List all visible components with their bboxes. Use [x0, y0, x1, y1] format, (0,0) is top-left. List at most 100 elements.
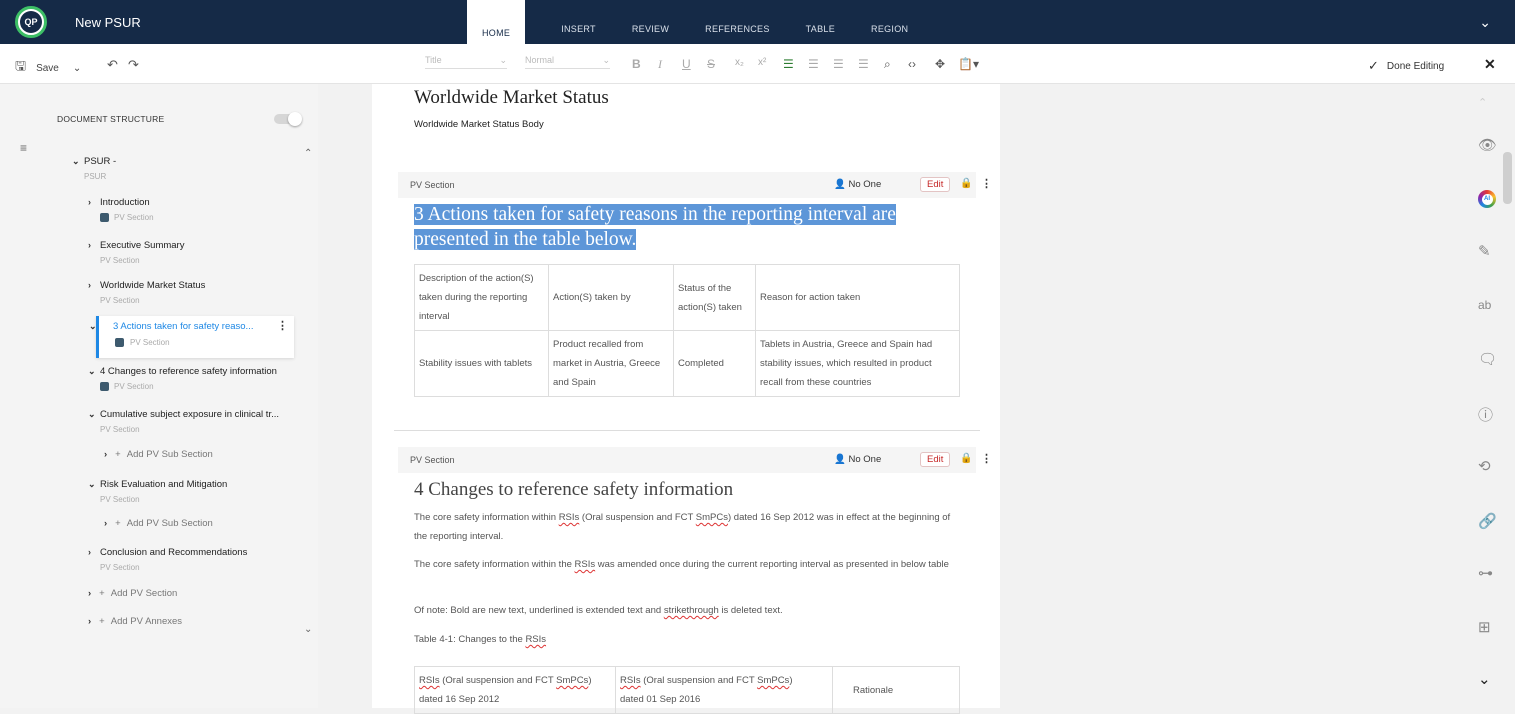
numbered-list-icon[interactable]: ☰	[808, 57, 819, 71]
kebab-menu-icon[interactable]: ⋮	[277, 319, 288, 332]
code-icon[interactable]: ‹›	[908, 57, 916, 71]
chevron-down-icon[interactable]: ⌄	[88, 366, 96, 377]
paragraph[interactable]: The core safety information within the R…	[414, 555, 954, 574]
lock-icon[interactable]: 🔒	[960, 178, 972, 189]
app-logo[interactable]: QP	[15, 6, 47, 38]
kebab-menu-icon[interactable]: ⋮	[981, 177, 992, 190]
tab-review[interactable]: REVIEW	[632, 0, 669, 44]
structure-toggle[interactable]	[274, 112, 302, 126]
outdent-icon[interactable]: ☰	[833, 57, 844, 71]
sidebar-item-worldwide-market-status[interactable]: › Worldwide Market Status PV Section	[88, 280, 205, 305]
tab-table[interactable]: TABLE	[806, 0, 835, 44]
move-icon[interactable]: ✥	[935, 57, 945, 71]
document-canvas[interactable]: Worldwide Market Status Worldwide Market…	[372, 84, 1000, 714]
table-cell[interactable]: RSIs (Oral suspension and FCT SmPCs) date…	[414, 666, 616, 714]
done-editing-button[interactable]: ✓ Done Editing	[1368, 58, 1444, 74]
strikethrough-icon[interactable]: S	[707, 57, 715, 71]
style-select[interactable]: Title ⌄	[425, 55, 507, 69]
eye-icon[interactable]: 👁	[1478, 136, 1497, 154]
tab-references[interactable]: REFERENCES	[705, 0, 770, 44]
chevron-down-icon[interactable]: ⌄	[89, 321, 97, 332]
section-heading-changes[interactable]: 4 Changes to reference safety informatio…	[414, 479, 733, 501]
tab-insert[interactable]: INSERT	[561, 0, 596, 44]
sidebar-item-executive-summary[interactable]: › Executive Summary PV Section	[88, 240, 185, 265]
lock-icon[interactable]: 🔒	[960, 453, 972, 464]
table-cell[interactable]: Action(S) taken by	[548, 264, 674, 331]
sidebar-item-cumulative-exposure[interactable]: ⌄ Cumulative subject exposure in clinica…	[88, 409, 279, 434]
tree-root[interactable]: ⌄ PSUR - PSUR	[72, 156, 116, 181]
superscript-icon[interactable]: x²	[758, 57, 766, 68]
chevron-right-icon[interactable]: ›	[88, 280, 91, 290]
table-cell[interactable]: Reason for action taken	[755, 264, 960, 331]
sidebar-item-changes-reference[interactable]: ⌄ 4 Changes to reference safety informat…	[88, 366, 277, 391]
actions-table[interactable]: Description of the action(S) taken durin…	[414, 264, 960, 397]
chevron-up-icon[interactable]: ⌃	[1478, 96, 1487, 109]
section-body-worldwide[interactable]: Worldwide Market Status Body	[414, 119, 544, 130]
tab-home[interactable]: HOME	[467, 0, 526, 44]
table-cell[interactable]: Tablets in Austria, Greece and Spain had…	[755, 330, 960, 397]
subscript-icon[interactable]: x₂	[735, 57, 744, 68]
bold-icon[interactable]: B	[632, 57, 641, 71]
find-icon[interactable]: ⌕	[884, 57, 891, 72]
paste-icon[interactable]: 📋▾	[958, 57, 979, 71]
add-pv-section-button[interactable]: › + Add PV Section	[88, 588, 177, 599]
edit-button[interactable]: Edit	[920, 452, 951, 467]
chevron-right-icon[interactable]: ›	[88, 547, 91, 557]
table-cell[interactable]: Product recalled from market in Austria,…	[548, 330, 674, 397]
chevron-down-icon[interactable]: ⌄	[88, 409, 96, 420]
scrollbar[interactable]	[1503, 152, 1512, 204]
sidebar-item-label: Executive Summary	[100, 240, 185, 251]
chevron-right-icon[interactable]: ›	[88, 197, 91, 207]
italic-icon[interactable]: I	[658, 57, 662, 72]
history-icon[interactable]: ⟲	[1478, 457, 1491, 475]
chevron-down-icon[interactable]: ⌄	[73, 63, 81, 74]
changes-table[interactable]: RSIs (Oral suspension and FCT SmPCs) date…	[414, 666, 960, 714]
link-icon[interactable]: 🔗	[1478, 512, 1497, 530]
bullet-list-icon[interactable]: ☰	[783, 57, 794, 71]
undo-button[interactable]: ↶	[107, 57, 118, 73]
chevron-down-icon[interactable]: ⌄	[1479, 14, 1491, 31]
paragraph[interactable]: Table 4-1: Changes to the RSIs	[414, 630, 954, 649]
chevron-down-icon[interactable]: ⌄	[72, 156, 80, 167]
edit-pen-icon[interactable]: ✎	[1478, 242, 1491, 260]
table-icon[interactable]: ⊞	[1478, 618, 1491, 636]
section-heading-worldwide[interactable]: Worldwide Market Status	[414, 87, 609, 109]
table-cell[interactable]: Stability issues with tablets	[414, 330, 549, 397]
spellcheck-icon[interactable]: ab	[1478, 298, 1491, 312]
chevron-up-icon[interactable]: ⌃	[304, 148, 312, 159]
sidebar-item-introduction[interactable]: › Introduction PV Section	[88, 197, 154, 222]
formatting-toolbar: 🖫 Save ⌄ ↶ ↷ Title ⌄ Normal ⌄ B I U S x₂ x…	[0, 44, 1515, 84]
edit-button[interactable]: Edit	[920, 177, 951, 192]
paragraph[interactable]: The core safety information within RSIs …	[414, 508, 954, 546]
table-cell[interactable]: Rationale	[832, 666, 960, 714]
chevron-down-icon[interactable]: ⌄	[304, 624, 312, 635]
indent-icon[interactable]: ☰	[858, 57, 869, 71]
chevron-right-icon[interactable]: ›	[88, 240, 91, 250]
paragraph[interactable]: Of note: Bold are new text, underlined i…	[414, 601, 954, 620]
paragraph-select[interactable]: Normal ⌄	[525, 55, 610, 69]
info-icon[interactable]: ⓘ	[1478, 404, 1493, 425]
add-pv-annexes-button[interactable]: › + Add PV Annexes	[88, 616, 182, 627]
table-cell[interactable]: Completed	[673, 330, 756, 397]
sidebar-item-risk-evaluation[interactable]: ⌄ Risk Evaluation and Mitigation PV Sect…	[88, 479, 227, 504]
table-cell[interactable]: RSIs (Oral suspension and FCT SmPCs) date…	[615, 666, 833, 714]
table-cell[interactable]: Description of the action(S) taken durin…	[414, 264, 549, 331]
selected-heading[interactable]: 3 Actions taken for safety reasons in th…	[414, 202, 934, 252]
close-icon[interactable]: ✕	[1484, 56, 1496, 73]
chevron-down-icon[interactable]: ⌄	[88, 479, 96, 490]
kebab-menu-icon[interactable]: ⋮	[981, 452, 992, 465]
ai-assistant-icon[interactable]: AI	[1478, 190, 1496, 208]
sidebar-item-conclusion[interactable]: › Conclusion and Recommendations PV Sect…	[88, 547, 247, 572]
comment-icon[interactable]: 🗨	[1478, 350, 1497, 368]
save-button[interactable]: 🖫 Save ⌄	[15, 57, 81, 79]
chevron-down-icon[interactable]: ⌄	[1478, 670, 1491, 688]
tab-region[interactable]: REGION	[871, 0, 908, 44]
underline-icon[interactable]: U	[682, 57, 691, 71]
add-pv-sub-section-button[interactable]: › + Add PV Sub Section	[104, 518, 213, 529]
sidebar-item-actions-taken-active[interactable]: ⌄ 3 Actions taken for safety reaso... ⋮ …	[89, 316, 294, 358]
menu-icon[interactable]: ≡	[20, 141, 27, 155]
redo-button[interactable]: ↷	[128, 57, 139, 73]
add-pv-sub-section-button[interactable]: › + Add PV Sub Section	[104, 449, 213, 460]
hierarchy-icon[interactable]: ⊶	[1478, 564, 1493, 582]
table-cell[interactable]: Status of the action(S) taken	[673, 264, 756, 331]
